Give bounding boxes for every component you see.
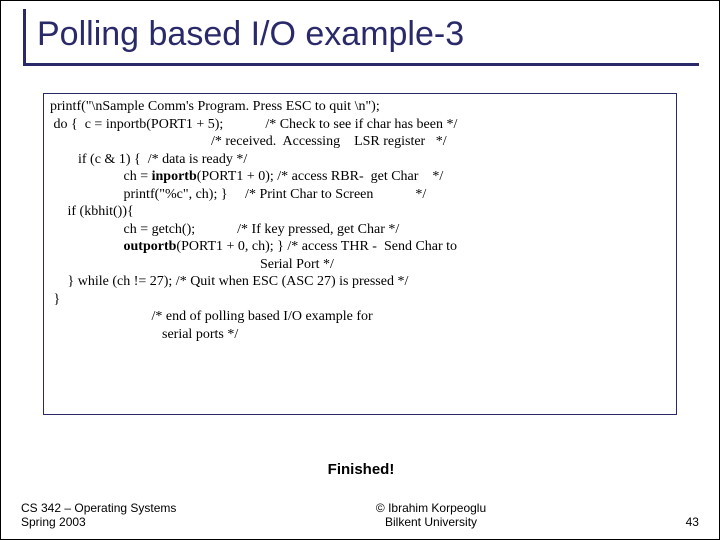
code-line: outportb(PORT1 + 0, ch); } /* access THR… — [50, 238, 670, 256]
code-span: (PORT1 + 0, ch); } /* access THR - Send … — [176, 239, 457, 254]
code-span — [50, 239, 124, 254]
code-span: ch = — [50, 169, 152, 184]
code-line: serial ports */ — [50, 326, 670, 344]
code-line: } — [50, 291, 670, 309]
footer: CS 342 – Operating Systems Spring 2003 ©… — [21, 501, 699, 529]
code-line: Serial Port */ — [50, 256, 670, 274]
code-line: if (c & 1) { /* data is ready */ — [50, 151, 670, 169]
title-accent-left — [23, 9, 26, 65]
code-block: printf("\nSample Comm's Program. Press E… — [43, 93, 677, 415]
code-line: if (kbhit()){ — [50, 203, 670, 221]
finished-label: Finished! — [1, 461, 720, 478]
code-line: do { c = inportb(PORT1 + 5); /* Check to… — [50, 116, 670, 134]
term-label: Spring 2003 — [21, 515, 176, 529]
footer-left: CS 342 – Operating Systems Spring 2003 — [21, 501, 176, 529]
title-underline — [23, 63, 699, 66]
course-label: CS 342 – Operating Systems — [21, 501, 176, 515]
code-line: ch = inportb(PORT1 + 0); /* access RBR- … — [50, 168, 670, 186]
footer-center: © Ibrahim Korpeoglu Bilkent University — [376, 501, 486, 529]
code-line: printf("\nSample Comm's Program. Press E… — [50, 98, 670, 116]
slide-title: Polling based I/O example-3 — [37, 15, 464, 54]
code-line: ch = getch(); /* If key pressed, get Cha… — [50, 221, 670, 239]
copyright-label: © Ibrahim Korpeoglu — [376, 501, 486, 515]
code-keyword: inportb — [152, 169, 197, 184]
code-line: } while (ch != 27); /* Quit when ESC (AS… — [50, 273, 670, 291]
slide: Polling based I/O example-3 printf("\nSa… — [0, 0, 720, 540]
code-line: /* received. Accessing LSR register */ — [50, 133, 670, 151]
code-keyword: outportb — [124, 239, 177, 254]
code-span: (PORT1 + 0); /* access RBR- get Char */ — [197, 169, 444, 184]
page-number: 43 — [686, 515, 699, 529]
code-line: /* end of polling based I/O example for — [50, 308, 670, 326]
institution-label: Bilkent University — [376, 515, 486, 529]
code-line: printf("%c", ch); } /* Print Char to Scr… — [50, 186, 670, 204]
